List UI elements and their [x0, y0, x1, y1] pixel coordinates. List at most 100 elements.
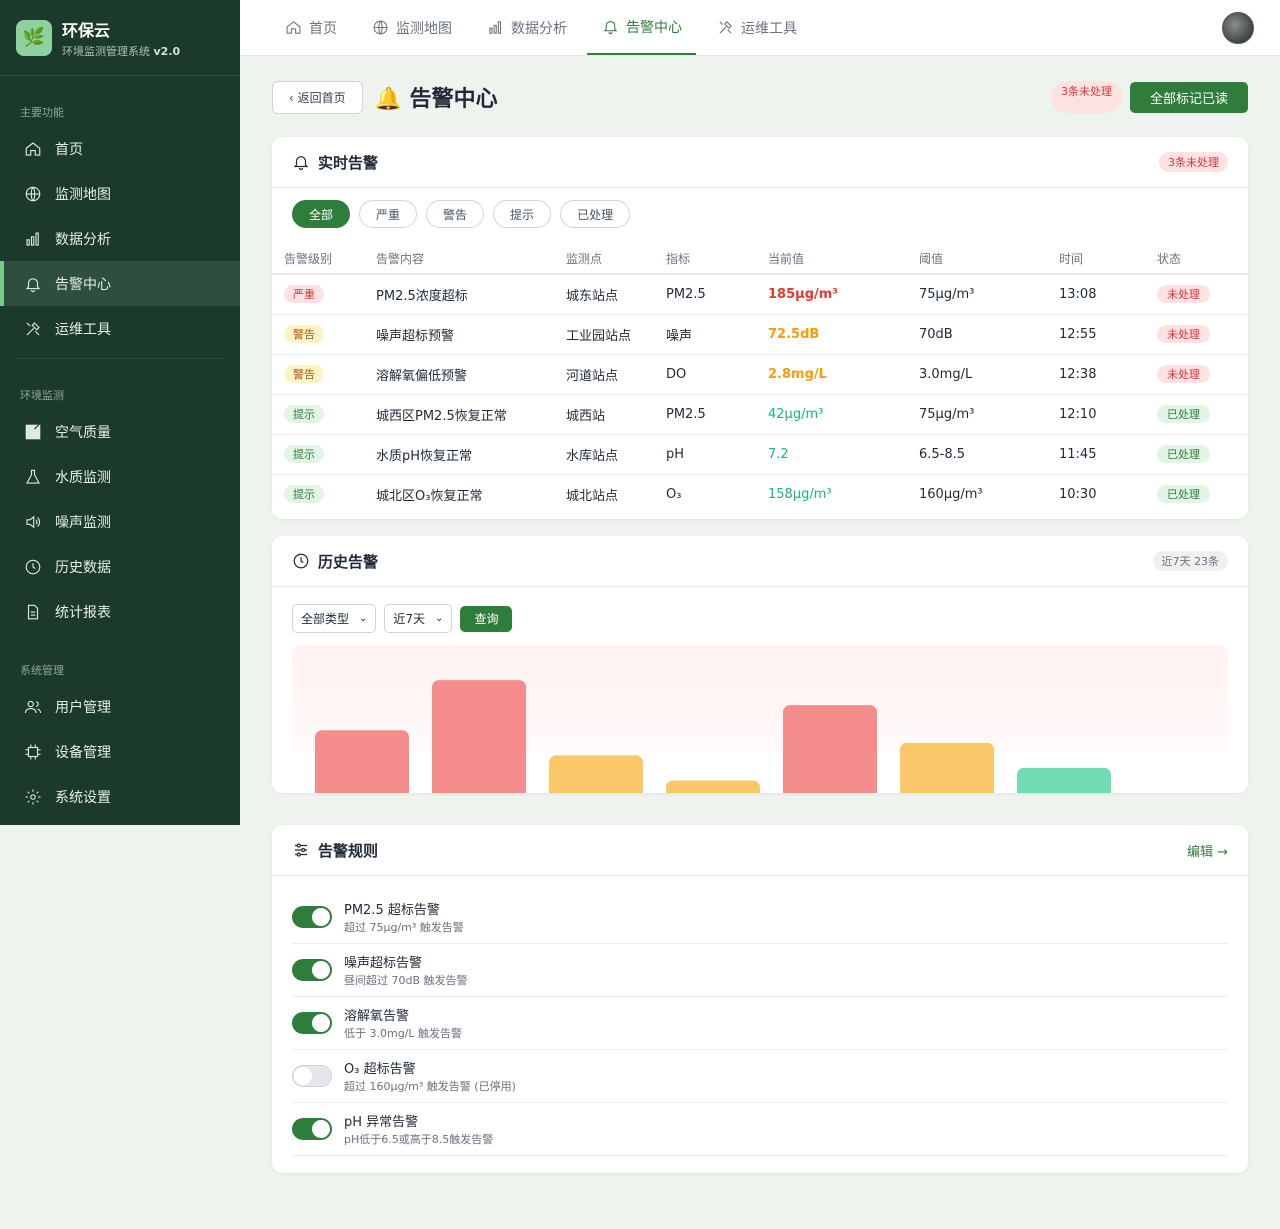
sidebar-item-label: 用户管理 [55, 699, 111, 716]
status-badge[interactable]: 已处理 [1157, 405, 1210, 423]
table-row[interactable]: 严重 PM2.5浓度超标 城东站点 PM2.5 185μg/m³ 75μg/m³ 13:08… [272, 274, 1248, 315]
sidebar-item-devices[interactable]: 设备管理 [0, 729, 240, 774]
sidebar-item-label: 首页 [55, 141, 83, 158]
content-cell: 噪声超标预警 [376, 314, 566, 355]
table-row[interactable]: 警告 噪声超标预警 工业园站点 噪声 72.5dB 70dB 12:55 未处理 [272, 314, 1248, 355]
status-cell: 已处理 [1157, 434, 1248, 475]
threshold-cell: 6.5-8.5 [919, 434, 1059, 475]
status-badge[interactable]: 未处理 [1157, 325, 1210, 343]
sidebar-item-label: 噪声监测 [55, 514, 111, 531]
tab-home[interactable]: 首页 [270, 0, 351, 55]
sidebar-item-analysis[interactable]: 数据分析 [0, 216, 240, 261]
alerts-table: 告警级别 告警内容 监测点 指标 当前值 阈值 时间 状态 严重 PM2.5浓度超… [272, 236, 1248, 514]
users-icon [24, 698, 42, 716]
mark-all-read-button[interactable]: 全部标记已读 [1129, 81, 1248, 113]
chevron-down-icon: ⌄ [359, 613, 368, 624]
status-badge[interactable]: 未处理 [1157, 365, 1210, 383]
sidebar-item-reports[interactable]: 统计报表 [0, 589, 240, 634]
status-badge[interactable]: 已处理 [1157, 485, 1210, 504]
unprocessed-badge: 3条未处理 [1159, 152, 1228, 172]
status-cell: 已处理 [1157, 474, 1248, 514]
sidebar-item-label: 告警中心 [55, 276, 111, 293]
rule-toggle[interactable] [292, 906, 332, 928]
chart-bar [666, 780, 760, 793]
filter-processed[interactable]: 已处理 [560, 200, 631, 228]
tab-map[interactable]: 监测地图 [357, 0, 466, 55]
rule-title: 噪声超标告警 [344, 956, 423, 971]
sidebar-item-history[interactable]: 历史数据 [0, 544, 240, 589]
level-cell: 提示 [272, 434, 376, 475]
column-header: 监测点 [566, 236, 666, 275]
sidebar-item-label: 空气质量 [55, 424, 111, 441]
sidebar-item-air[interactable]: 空气质量 [0, 409, 240, 454]
status-badge[interactable]: 已处理 [1157, 445, 1210, 463]
rule-toggle[interactable] [292, 1118, 332, 1140]
metric-cell: PM2.5 [666, 394, 768, 435]
column-header: 阈值 [919, 236, 1059, 275]
site-cell: 城西站 [566, 394, 666, 435]
rule-toggle[interactable] [292, 959, 332, 981]
tools-icon [24, 320, 42, 338]
brand-name: 环保云 [62, 20, 111, 40]
history-count-badge: 近7天 23条 [1152, 551, 1228, 571]
card-title: 告警规则 [318, 841, 379, 860]
value-cell: 42μg/m³ [768, 394, 919, 435]
filter-info[interactable]: 提示 [493, 200, 552, 228]
edit-rules-link[interactable]: 编辑 → [1187, 841, 1228, 860]
sidebar-item-users[interactable]: 用户管理 [0, 684, 240, 729]
level-badge: 提示 [284, 445, 324, 463]
rule-toggle[interactable] [292, 1065, 332, 1087]
table-header-row: 告警级别 告警内容 监测点 指标 当前值 阈值 时间 状态 [272, 236, 1248, 275]
table-row[interactable]: 提示 水质pH恢复正常 水库站点 pH 7.2 6.5-8.5 11:45 已处理 [272, 434, 1248, 475]
level-cell: 提示 [272, 474, 376, 514]
status-cell: 未处理 [1157, 354, 1248, 395]
column-header: 时间 [1059, 236, 1157, 275]
content-cell: 溶解氧偏低预警 [376, 354, 566, 395]
type-select[interactable]: 全部类型 ⌄ [292, 604, 377, 633]
sidebar-item-noise[interactable]: 噪声监测 [0, 499, 240, 544]
content-cell: 城西区PM2.5恢复正常 [376, 394, 566, 435]
unread-count-badge: 3条未处理 [1050, 81, 1122, 113]
sidebar-item-alerts[interactable]: 告警中心 [0, 261, 240, 306]
threshold-cell: 75μg/m³ [919, 274, 1059, 315]
filter-warning[interactable]: 警告 [426, 200, 485, 228]
range-select[interactable]: 近7天 ⌄ [384, 604, 453, 633]
threshold-cell: 70dB [919, 314, 1059, 355]
table-row[interactable]: 提示 城北区O₃恢复正常 城北站点 O₃ 158μg/m³ 160μg/m³ 10:30 已处… [272, 474, 1248, 514]
chart-bar [1017, 767, 1111, 793]
level-cell: 提示 [272, 394, 376, 435]
table-row[interactable]: 警告 溶解氧偏低预警 河道站点 DO 2.8mg/L 3.0mg/L 12:38 未处理 [272, 354, 1248, 395]
rule-title: pH 异常告警 [344, 1115, 419, 1130]
topbar: 首页 监测地图 数据分析 告警中心 运维工具 [240, 0, 1280, 56]
query-button[interactable]: 查询 [460, 605, 513, 632]
sidebar-item-settings[interactable]: 系统设置 [0, 774, 240, 819]
tab-alerts[interactable]: 告警中心 [587, 0, 696, 55]
table-row[interactable]: 提示 城西区PM2.5恢复正常 城西站 PM2.5 42μg/m³ 75μg/m³ 12:1… [272, 394, 1248, 435]
tab-tools[interactable]: 运维工具 [702, 0, 811, 55]
sidebar-item-map[interactable]: 监测地图 [0, 171, 240, 216]
column-header: 告警级别 [272, 236, 376, 275]
avatar[interactable] [1222, 12, 1254, 44]
sidebar-item-label: 历史数据 [55, 559, 111, 576]
column-header: 指标 [666, 236, 768, 275]
threshold-cell: 75μg/m³ [919, 394, 1059, 435]
card-header: 实时告警 3条未处理 [272, 137, 1248, 188]
site-cell: 水库站点 [566, 434, 666, 475]
rule-description: 超过 160μg/m³ 触发告警 (已停用) [344, 1080, 516, 1093]
rule-toggle[interactable] [292, 1012, 332, 1034]
time-cell: 10:30 [1059, 486, 1097, 502]
sliders-icon [295, 843, 307, 857]
threshold-cell: 160μg/m³ [919, 486, 983, 502]
filter-all[interactable]: 全部 [292, 200, 351, 228]
back-button[interactable]: ‹ 返回首页 [272, 80, 363, 114]
leaf-logo-icon: 🌿 [16, 19, 52, 56]
filter-critical[interactable]: 严重 [359, 200, 418, 228]
status-badge[interactable]: 未处理 [1157, 285, 1210, 304]
value-cell: 2.8mg/L [768, 354, 919, 395]
sidebar-item-tools[interactable]: 运维工具 [0, 306, 240, 351]
sidebar-item-home[interactable]: 首页 [0, 126, 240, 171]
sidebar-item-water[interactable]: 水质监测 [0, 454, 240, 499]
tab-analysis[interactable]: 数据分析 [472, 0, 581, 55]
brand: 🌿 环保云 环境监测管理系统 v2.0 [0, 0, 240, 76]
status-cell: 已处理 [1157, 394, 1248, 435]
